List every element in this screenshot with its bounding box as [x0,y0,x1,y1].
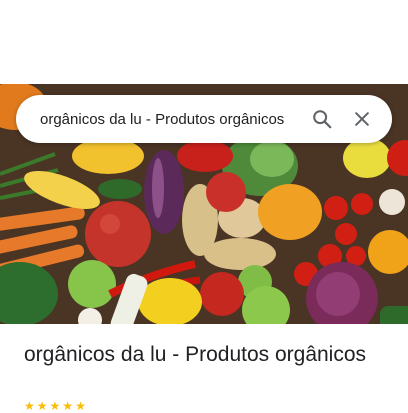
star-icon: ★ [36,399,48,413]
close-icon [355,112,369,126]
star-icon: ★ [24,399,35,413]
star-icon: ★ [75,399,86,413]
place-title: orgânicos da lu - Produtos orgânicos [24,343,367,366]
search-input[interactable]: orgânicos da lu - Produtos orgânicos [40,111,300,128]
search-icon [313,110,332,129]
rating-stars: ★ ★ ★ ★ ★ [24,400,86,412]
search-bar[interactable]: orgânicos da lu - Produtos orgânicos [16,95,392,143]
search-button[interactable] [304,101,340,137]
clear-button[interactable] [344,101,380,137]
star-icon: ★ [62,399,74,413]
star-icon: ★ [49,399,61,413]
